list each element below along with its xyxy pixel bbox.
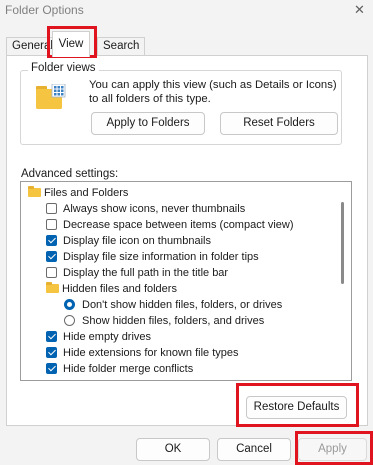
cancel-button[interactable]: Cancel xyxy=(217,438,291,461)
option-label: Files and Folders xyxy=(44,187,129,199)
option-label: Display file size information in folder … xyxy=(63,251,259,263)
highlight-restore-defaults xyxy=(236,383,359,427)
option-label: Always show icons, never thumbnails xyxy=(63,203,246,215)
advanced-settings-label: Advanced settings: xyxy=(21,168,119,180)
checkbox[interactable] xyxy=(46,331,57,342)
checkbox[interactable] xyxy=(46,219,57,230)
advanced-settings-list[interactable]: Files and Folders Always show icons, neve… xyxy=(20,181,352,381)
option-label: Hide extensions for known file types xyxy=(63,347,239,359)
window-title: Folder Options xyxy=(5,3,84,17)
close-icon[interactable]: ✕ xyxy=(354,2,365,18)
tab-search[interactable]: Search xyxy=(97,37,146,56)
scrollbar-thumb[interactable] xyxy=(341,202,344,284)
option-label: Display file icon on thumbnails xyxy=(63,235,211,247)
apply-to-folders-button[interactable]: Apply to Folders xyxy=(91,112,205,135)
checkbox[interactable] xyxy=(46,267,57,278)
checkbox[interactable] xyxy=(46,235,57,246)
list-scrollbar[interactable] xyxy=(341,198,344,378)
reset-folders-button[interactable]: Reset Folders xyxy=(220,112,338,135)
checkbox[interactable] xyxy=(46,203,57,214)
folder-views-label: Folder views xyxy=(28,62,99,74)
radio-button[interactable] xyxy=(64,315,75,326)
option-label: Show hidden files, folders, and drives xyxy=(82,315,265,327)
option-label: Hide empty drives xyxy=(63,331,152,343)
option-label: Hidden files and folders xyxy=(62,283,177,295)
checkbox[interactable] xyxy=(46,347,57,358)
option-label: Don't show hidden files, folders, or dri… xyxy=(82,299,283,311)
radio-button[interactable] xyxy=(64,299,75,310)
checkbox[interactable] xyxy=(46,251,57,262)
folder-icon xyxy=(46,282,59,293)
checkbox[interactable] xyxy=(46,363,57,374)
folder-views-description: You can apply this view (such as Details… xyxy=(89,79,337,105)
option-label: Decrease space between items (compact vi… xyxy=(63,219,294,231)
option-label: Hide folder merge conflicts xyxy=(63,363,194,375)
option-label: Display the full path in the title bar xyxy=(63,267,229,279)
tab-view[interactable]: View xyxy=(52,31,90,57)
folder-view-icon xyxy=(36,84,66,109)
ok-button[interactable]: OK xyxy=(136,438,210,461)
folder-icon xyxy=(28,186,41,197)
highlight-apply xyxy=(295,431,373,465)
